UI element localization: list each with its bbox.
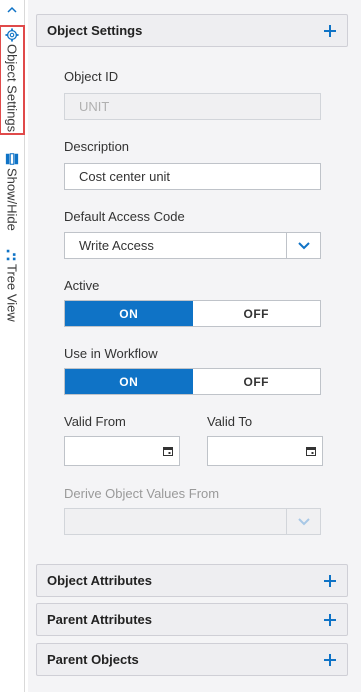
section-parent-attributes[interactable]: Parent Attributes bbox=[36, 603, 348, 636]
description-field[interactable]: Cost center unit bbox=[64, 163, 321, 190]
active-toggle[interactable]: ON OFF bbox=[64, 300, 321, 327]
tab-show-hide-label: Show/Hide bbox=[4, 168, 20, 231]
valid-from-input[interactable] bbox=[64, 436, 180, 466]
default-access-code-label: Default Access Code bbox=[64, 209, 185, 224]
plus-icon[interactable] bbox=[323, 574, 337, 588]
use-in-workflow-on-option[interactable]: ON bbox=[65, 369, 193, 394]
gear-icon bbox=[5, 28, 19, 42]
default-access-code-select[interactable]: Write Access bbox=[64, 232, 321, 259]
plus-icon[interactable] bbox=[323, 653, 337, 667]
tab-object-settings-label: Object Settings bbox=[4, 44, 20, 133]
use-in-workflow-off-option[interactable]: OFF bbox=[193, 369, 321, 394]
section-parent-objects[interactable]: Parent Objects bbox=[36, 643, 348, 676]
default-access-code-value: Write Access bbox=[79, 238, 154, 253]
tree-icon bbox=[6, 249, 16, 261]
chevron-down-icon bbox=[297, 241, 310, 249]
object-id-field: UNIT bbox=[64, 93, 321, 120]
plus-icon[interactable] bbox=[323, 24, 337, 38]
use-in-workflow-toggle[interactable]: ON OFF bbox=[64, 368, 321, 395]
section-title: Parent Objects bbox=[47, 652, 139, 667]
active-on-option[interactable]: ON bbox=[65, 301, 193, 326]
section-object-settings[interactable]: Object Settings bbox=[36, 14, 348, 47]
use-in-workflow-label: Use in Workflow bbox=[64, 346, 158, 361]
active-off-option[interactable]: OFF bbox=[193, 301, 321, 326]
section-title: Object Settings bbox=[47, 23, 143, 38]
calendar-icon[interactable] bbox=[306, 446, 316, 456]
valid-from-label: Valid From bbox=[64, 414, 126, 429]
properties-panel: Object Settings Object ID UNIT Descripti… bbox=[28, 0, 361, 692]
derive-object-values-label: Derive Object Values From bbox=[64, 486, 220, 501]
columns-icon bbox=[5, 153, 19, 165]
tab-tree-view[interactable]: Tree View bbox=[2, 248, 22, 322]
derive-object-values-select bbox=[64, 508, 321, 535]
active-label: Active bbox=[64, 278, 100, 293]
dropdown-button-disabled bbox=[286, 509, 320, 534]
chevron-down-icon bbox=[297, 517, 310, 525]
valid-to-input[interactable] bbox=[207, 436, 323, 466]
tab-show-hide[interactable]: Show/Hide bbox=[2, 152, 22, 231]
section-object-attributes[interactable]: Object Attributes bbox=[36, 564, 348, 597]
calendar-icon[interactable] bbox=[163, 446, 173, 456]
plus-icon[interactable] bbox=[323, 613, 337, 627]
section-title: Parent Attributes bbox=[47, 612, 152, 627]
tab-tree-view-label: Tree View bbox=[4, 264, 20, 322]
side-rail: Object Settings Show/Hide Tree View bbox=[0, 0, 25, 692]
description-label: Description bbox=[64, 139, 130, 154]
tab-object-settings[interactable]: Object Settings bbox=[0, 24, 25, 136]
chevron-up-icon[interactable] bbox=[6, 4, 18, 16]
object-id-label: Object ID bbox=[64, 69, 119, 84]
dropdown-button[interactable] bbox=[286, 233, 320, 258]
section-title: Object Attributes bbox=[47, 573, 152, 588]
valid-to-label: Valid To bbox=[207, 414, 253, 429]
